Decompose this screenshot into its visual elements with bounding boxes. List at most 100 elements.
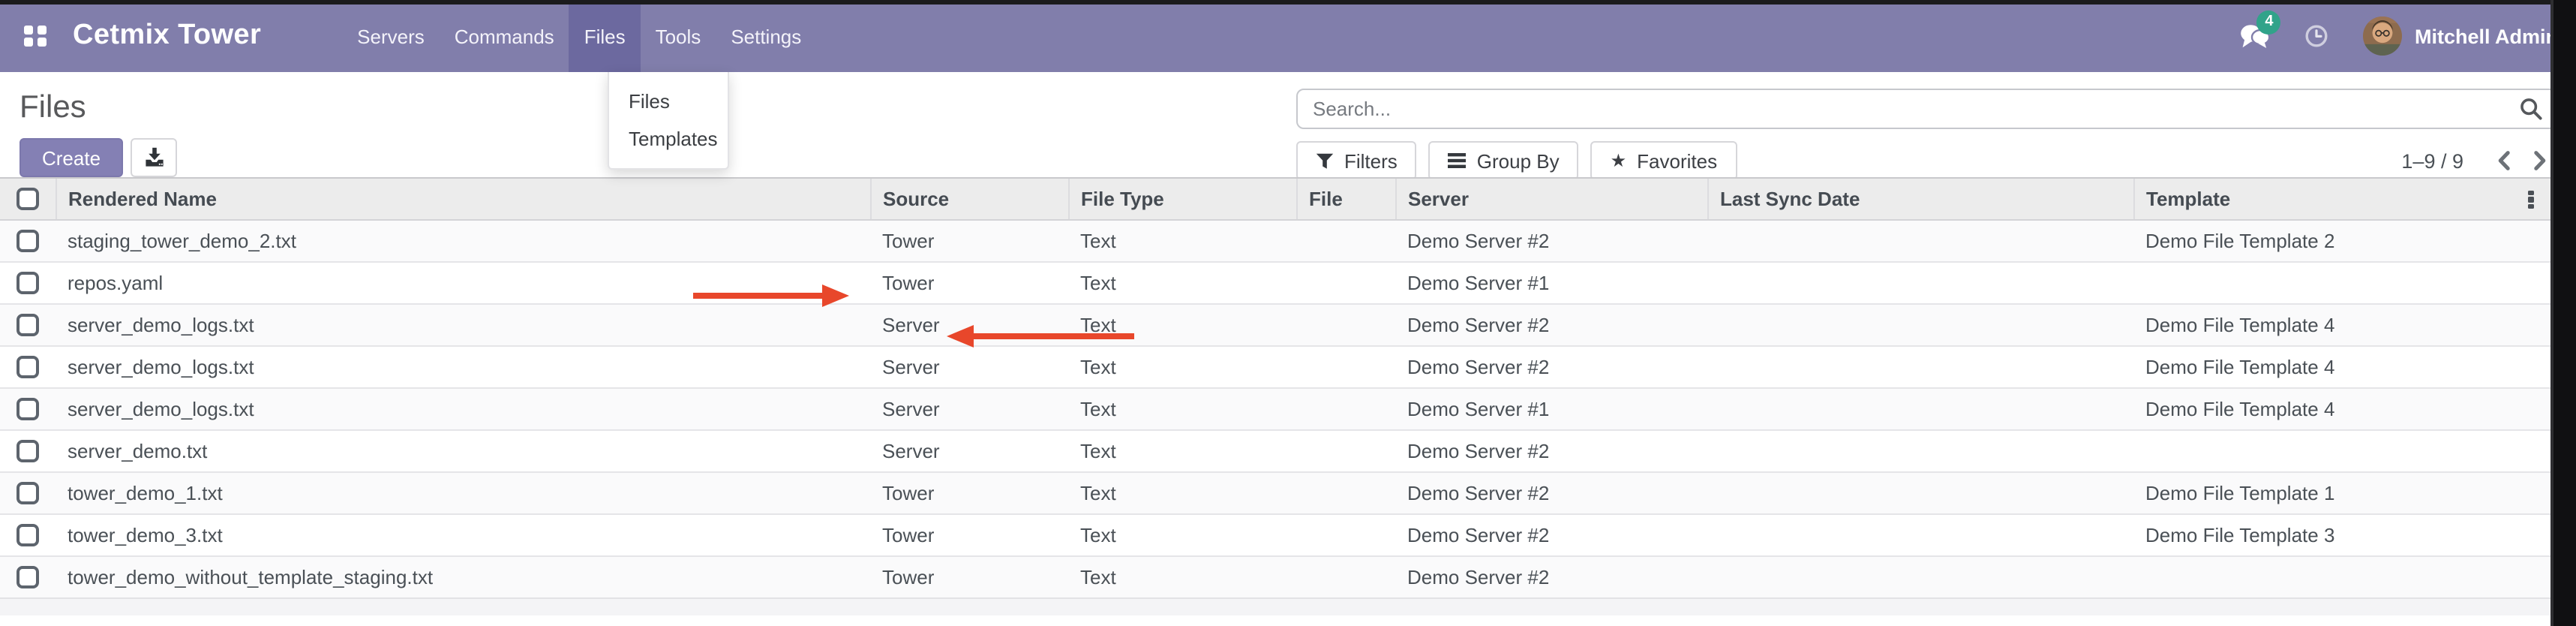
- cell-file-type[interactable]: Text: [1068, 345, 1296, 387]
- select-all-checkbox[interactable]: [17, 188, 39, 210]
- cell-template[interactable]: Demo File Template 3: [2133, 513, 2553, 555]
- cell-template[interactable]: [2133, 261, 2553, 303]
- cell-last-sync-date[interactable]: [1707, 513, 2133, 555]
- cell-source[interactable]: Tower: [870, 261, 1068, 303]
- cell-rendered-name[interactable]: repos.yaml: [56, 261, 870, 303]
- row-checkbox[interactable]: [17, 566, 39, 588]
- row-checkbox[interactable]: [17, 439, 39, 462]
- table-row[interactable]: server_demo.txtServerTextDemo Server #2: [0, 429, 2553, 471]
- col-template[interactable]: Template: [2133, 179, 2553, 219]
- cell-template[interactable]: Demo File Template 1: [2133, 471, 2553, 513]
- row-checkbox[interactable]: [17, 481, 39, 504]
- cell-template[interactable]: [2133, 555, 2553, 597]
- row-checkbox[interactable]: [17, 271, 39, 293]
- search-input[interactable]: [1296, 89, 2556, 129]
- cell-source[interactable]: Tower: [870, 471, 1068, 513]
- cell-rendered-name[interactable]: tower_demo_3.txt: [56, 513, 870, 555]
- cell-rendered-name[interactable]: server_demo_logs.txt: [56, 303, 870, 345]
- cell-file-type[interactable]: Text: [1068, 387, 1296, 429]
- messages-button[interactable]: 4: [2224, 0, 2289, 72]
- cell-source[interactable]: Server: [870, 387, 1068, 429]
- cell-server[interactable]: Demo Server #2: [1395, 219, 1707, 261]
- group-by-button[interactable]: Group By: [1429, 141, 1579, 180]
- cell-file[interactable]: [1296, 261, 1395, 303]
- col-server[interactable]: Server: [1395, 179, 1707, 219]
- cell-template[interactable]: Demo File Template 4: [2133, 345, 2553, 387]
- cell-rendered-name[interactable]: tower_demo_1.txt: [56, 471, 870, 513]
- menu-settings[interactable]: Settings: [716, 0, 816, 72]
- table-row[interactable]: repos.yamlTowerText Demo Server #1: [0, 261, 2553, 303]
- cell-template[interactable]: Demo File Template 4: [2133, 387, 2553, 429]
- col-rendered-name[interactable]: Rendered Name: [56, 179, 870, 219]
- menu-tools[interactable]: Tools: [641, 0, 716, 72]
- cell-server[interactable]: Demo Server #2: [1395, 345, 1707, 387]
- cell-file[interactable]: [1296, 219, 1395, 261]
- cell-server[interactable]: Demo Server #1: [1395, 261, 1707, 303]
- dropdown-item-templates[interactable]: Templates: [609, 120, 728, 158]
- cell-file-type[interactable]: Text: [1068, 261, 1296, 303]
- cell-file[interactable]: [1296, 513, 1395, 555]
- cell-file-type[interactable]: Text: [1068, 555, 1296, 597]
- cell-template[interactable]: Demo File Template 4: [2133, 303, 2553, 345]
- table-row[interactable]: tower_demo_1.txtTowerText Demo Server #2 D…: [0, 471, 2553, 513]
- pager-range[interactable]: 1–9 / 9: [2401, 149, 2463, 172]
- cell-rendered-name[interactable]: server_demo_logs.txt: [56, 387, 870, 429]
- column-options-button[interactable]: [2520, 188, 2541, 212]
- search-button[interactable]: [2510, 92, 2552, 126]
- row-checkbox[interactable]: [17, 313, 39, 336]
- col-file-type[interactable]: File Type: [1068, 179, 1296, 219]
- cell-template[interactable]: [2133, 429, 2553, 471]
- create-button[interactable]: Create: [20, 138, 123, 177]
- cell-server[interactable]: Demo Server #1: [1395, 387, 1707, 429]
- pager-previous-button[interactable]: [2487, 147, 2520, 174]
- cell-last-sync-date[interactable]: [1707, 471, 2133, 513]
- cell-source[interactable]: Tower: [870, 555, 1068, 597]
- app-title[interactable]: Cetmix Tower: [73, 0, 261, 72]
- row-checkbox[interactable]: [17, 523, 39, 546]
- cell-file-type[interactable]: Text: [1068, 471, 1296, 513]
- cell-file-type[interactable]: Text: [1068, 219, 1296, 261]
- select-all-header[interactable]: [0, 179, 56, 219]
- favorites-button[interactable]: ★ Favorites: [1591, 141, 1737, 180]
- row-checkbox[interactable]: [17, 229, 39, 251]
- table-row[interactable]: server_demo_logs.txtServerText Demo Serve…: [0, 387, 2553, 429]
- col-source[interactable]: Source: [870, 179, 1068, 219]
- table-row[interactable]: server_demo_logs.txtServerTextDemo Serve…: [0, 345, 2553, 387]
- filters-button[interactable]: Filters: [1296, 141, 1417, 180]
- cell-source[interactable]: Tower: [870, 513, 1068, 555]
- cell-file[interactable]: [1296, 471, 1395, 513]
- col-last-sync-date[interactable]: Last Sync Date: [1707, 179, 2133, 219]
- cell-template[interactable]: Demo File Template 2: [2133, 219, 2553, 261]
- apps-menu-button[interactable]: [0, 0, 70, 72]
- cell-server[interactable]: Demo Server #2: [1395, 555, 1707, 597]
- menu-commands[interactable]: Commands: [440, 0, 569, 72]
- cell-server[interactable]: Demo Server #2: [1395, 513, 1707, 555]
- cell-file[interactable]: [1296, 345, 1395, 387]
- cell-server[interactable]: Demo Server #2: [1395, 471, 1707, 513]
- cell-last-sync-date[interactable]: [1707, 555, 2133, 597]
- cell-file[interactable]: [1296, 555, 1395, 597]
- cell-rendered-name[interactable]: server_demo.txt: [56, 429, 870, 471]
- cell-last-sync-date[interactable]: [1707, 345, 2133, 387]
- activities-button[interactable]: [2289, 0, 2346, 72]
- table-row[interactable]: tower_demo_3.txtTowerText Demo Server #2 D…: [0, 513, 2553, 555]
- cell-file-type[interactable]: Text: [1068, 303, 1296, 345]
- table-row[interactable]: tower_demo_without_template_staging.txtT…: [0, 555, 2553, 597]
- cell-last-sync-date[interactable]: [1707, 429, 2133, 471]
- col-file[interactable]: File: [1296, 179, 1395, 219]
- row-checkbox[interactable]: [17, 397, 39, 420]
- cell-file-type[interactable]: Text: [1068, 513, 1296, 555]
- cell-rendered-name[interactable]: server_demo_logs.txt: [56, 345, 870, 387]
- cell-server[interactable]: Demo Server #2: [1395, 429, 1707, 471]
- cell-last-sync-date[interactable]: [1707, 261, 2133, 303]
- user-menu[interactable]: Mitchell Admin: [2346, 17, 2558, 56]
- row-checkbox[interactable]: [17, 355, 39, 378]
- table-row[interactable]: staging_tower_demo_2.txtTowerTextDemo Se…: [0, 219, 2553, 261]
- menu-servers[interactable]: Servers: [342, 0, 440, 72]
- import-button[interactable]: [131, 138, 177, 177]
- cell-last-sync-date[interactable]: [1707, 219, 2133, 261]
- dropdown-item-files[interactable]: Files: [609, 83, 728, 120]
- menu-files[interactable]: Files: [569, 0, 641, 72]
- cell-source[interactable]: Tower: [870, 219, 1068, 261]
- cell-file[interactable]: [1296, 387, 1395, 429]
